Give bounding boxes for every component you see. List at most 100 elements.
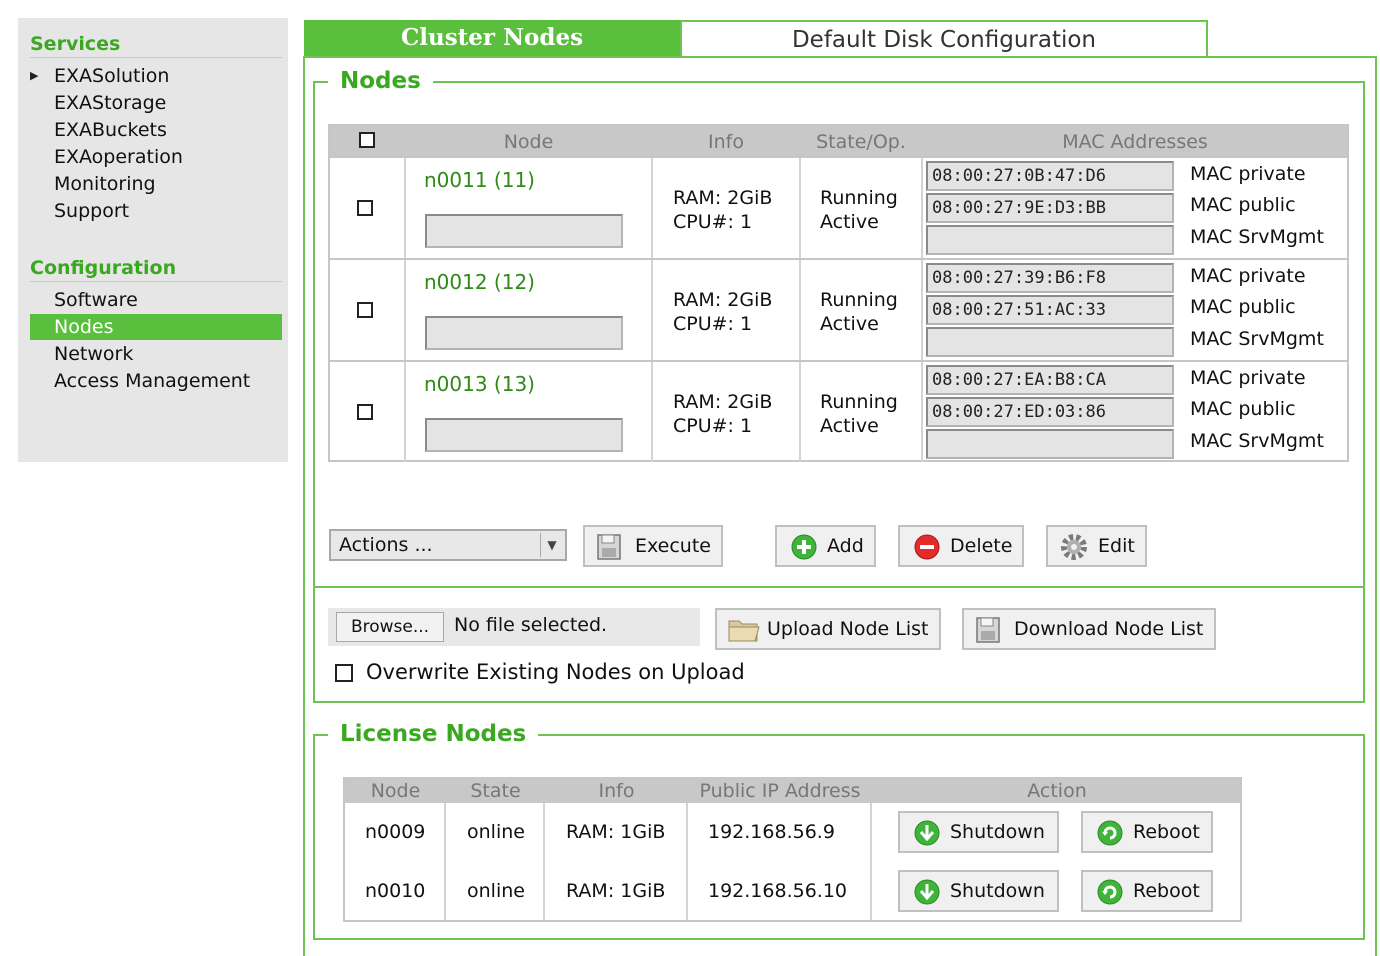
- license-nodes-title: License Nodes: [328, 721, 539, 747]
- sidebar-item-exastorage[interactable]: EXAStorage: [30, 90, 282, 116]
- node-description-field[interactable]: [425, 214, 623, 248]
- reboot-button[interactable]: Reboot: [1081, 870, 1213, 912]
- sidebar-item-exasolution[interactable]: ▶ EXASolution: [30, 63, 282, 89]
- add-button[interactable]: Add: [775, 525, 876, 567]
- node-description-field[interactable]: [425, 418, 623, 452]
- row-checkbox[interactable]: [357, 200, 373, 216]
- edit-button[interactable]: Edit: [1046, 525, 1147, 567]
- gear-icon: [1061, 534, 1087, 560]
- node-ram: RAM: 2GiB: [673, 391, 773, 413]
- mac-private-field[interactable]: 08:00:27:0B:47:D6: [926, 161, 1174, 191]
- arrow-down-circle-icon: [914, 820, 940, 846]
- node-op: Active: [820, 313, 879, 335]
- delete-label: Delete: [950, 535, 1013, 557]
- tab-default-disk-configuration[interactable]: Default Disk Configuration: [680, 20, 1208, 56]
- mac-private-label: MAC private: [1190, 265, 1306, 287]
- node-ram: RAM: 2GiB: [673, 187, 773, 209]
- edit-label: Edit: [1098, 535, 1135, 557]
- actions-select[interactable]: Actions ... ▼: [329, 529, 567, 561]
- actions-select-value: Actions ...: [339, 534, 433, 556]
- mac-srvmgmt-label: MAC SrvMgmt: [1190, 430, 1324, 452]
- mac-private-label: MAC private: [1190, 163, 1306, 185]
- sidebar-item-support[interactable]: Support: [30, 198, 282, 224]
- file-input[interactable]: Browse... No file selected.: [328, 608, 700, 646]
- node-state: Running: [820, 391, 898, 413]
- expand-arrow-icon[interactable]: ▶: [30, 63, 44, 89]
- row-checkbox[interactable]: [357, 404, 373, 420]
- node-link[interactable]: n0013 (13): [424, 372, 535, 396]
- mac-public-field[interactable]: 08:00:27:ED:03:86: [926, 397, 1174, 427]
- mac-public-label: MAC public: [1190, 194, 1296, 216]
- column-header-node: Node: [370, 780, 421, 802]
- license-node-ip: 192.168.56.9: [708, 821, 835, 843]
- shutdown-button[interactable]: Shutdown: [898, 811, 1059, 853]
- column-header-mac: MAC Addresses: [1062, 131, 1208, 153]
- node-description-field[interactable]: [425, 316, 623, 350]
- sidebar-item-exaoperation[interactable]: EXAoperation: [30, 144, 282, 170]
- column-header-info: Info: [708, 131, 744, 153]
- sidebar-item-label: EXASolution: [54, 65, 170, 87]
- refresh-icon: [1097, 879, 1123, 905]
- column-header-node: Node: [503, 131, 554, 153]
- node-link[interactable]: n0012 (12): [424, 270, 535, 294]
- tab-cluster-nodes[interactable]: Cluster Nodes: [304, 20, 680, 56]
- mac-srvmgmt-field[interactable]: [926, 225, 1174, 255]
- node-cpu: CPU#: 1: [673, 415, 753, 437]
- shutdown-label: Shutdown: [950, 821, 1045, 843]
- sidebar-item-access-management[interactable]: Access Management: [30, 368, 282, 394]
- add-label: Add: [827, 535, 864, 557]
- file-status: No file selected.: [454, 614, 608, 636]
- plus-circle-icon: [791, 534, 817, 560]
- node-cpu: CPU#: 1: [673, 211, 753, 233]
- shutdown-button[interactable]: Shutdown: [898, 870, 1059, 912]
- license-node-state: online: [467, 880, 525, 902]
- divider: [315, 586, 1363, 588]
- execute-button[interactable]: Execute: [583, 525, 723, 567]
- sidebar-item-network[interactable]: Network: [30, 341, 282, 367]
- mac-private-label: MAC private: [1190, 367, 1306, 389]
- mac-private-field[interactable]: 08:00:27:EA:B8:CA: [926, 365, 1174, 395]
- overwrite-label: Overwrite Existing Nodes on Upload: [366, 660, 745, 684]
- mac-srvmgmt-field[interactable]: [926, 429, 1174, 459]
- mac-public-field[interactable]: 08:00:27:51:AC:33: [926, 295, 1174, 325]
- node-link[interactable]: n0011 (11): [424, 168, 535, 192]
- mac-public-field[interactable]: 08:00:27:9E:D3:BB: [926, 193, 1174, 223]
- reboot-button[interactable]: Reboot: [1081, 811, 1213, 853]
- license-node-state: online: [467, 821, 525, 843]
- shutdown-label: Shutdown: [950, 880, 1045, 902]
- reboot-label: Reboot: [1133, 821, 1200, 843]
- column-header-info: Info: [598, 780, 635, 802]
- mac-private-field[interactable]: 08:00:27:39:B6:F8: [926, 263, 1174, 293]
- mac-public-label: MAC public: [1190, 398, 1296, 420]
- nodes-table: Node Info State/Op. MAC Addresses n0011 …: [328, 124, 1349, 462]
- download-node-list-button[interactable]: Download Node List: [962, 608, 1216, 650]
- minus-circle-icon: [914, 534, 940, 560]
- browse-button[interactable]: Browse...: [336, 612, 444, 642]
- sidebar-item-exabuckets[interactable]: EXABuckets: [30, 117, 282, 143]
- floppy-disk-icon: [597, 534, 621, 560]
- upload-label: Upload Node List: [767, 618, 929, 640]
- table-row: n0012 (12) RAM: 2GiB CPU#: 1 Running Act…: [330, 258, 1347, 360]
- chevron-down-icon[interactable]: ▼: [540, 533, 563, 557]
- license-node-info: RAM: 1GiB: [566, 880, 666, 902]
- overwrite-checkbox[interactable]: [335, 664, 353, 682]
- floppy-disk-icon: [976, 617, 1000, 643]
- upload-node-list-button[interactable]: Upload Node List: [715, 608, 941, 650]
- license-node-name: n0010: [365, 880, 426, 902]
- folder-icon: [728, 620, 760, 642]
- sidebar-item-software[interactable]: Software: [30, 287, 282, 313]
- select-all-checkbox[interactable]: [359, 132, 375, 148]
- license-node-info: RAM: 1GiB: [566, 821, 666, 843]
- mac-srvmgmt-label: MAC SrvMgmt: [1190, 226, 1324, 248]
- delete-button[interactable]: Delete: [898, 525, 1024, 567]
- execute-label: Execute: [635, 535, 711, 557]
- node-cpu: CPU#: 1: [673, 313, 753, 335]
- mac-srvmgmt-label: MAC SrvMgmt: [1190, 328, 1324, 350]
- mac-srvmgmt-field[interactable]: [926, 327, 1174, 357]
- refresh-icon: [1097, 820, 1123, 846]
- sidebar-item-nodes[interactable]: Nodes: [30, 314, 282, 340]
- sidebar-item-monitoring[interactable]: Monitoring: [30, 171, 282, 197]
- row-checkbox[interactable]: [357, 302, 373, 318]
- node-op: Active: [820, 211, 879, 233]
- column-header-ip: Public IP Address: [699, 780, 861, 802]
